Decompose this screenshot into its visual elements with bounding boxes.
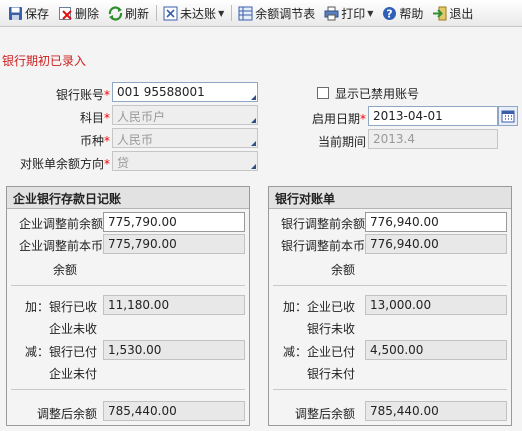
calendar-button[interactable]	[498, 106, 518, 126]
refresh-icon	[107, 5, 123, 21]
bank-account-label: 银行账号*	[55, 88, 110, 102]
show-disabled-checkbox[interactable]	[317, 87, 329, 99]
bank-statement-panel: 银行对账单 银行调整前余额 776,940.00 银行调整前本币 776,940…	[268, 186, 512, 426]
current-period-field: 2013.4	[368, 129, 498, 149]
help-label: 帮助	[399, 6, 424, 21]
panel-title: 银行对账单	[269, 187, 511, 209]
subject-label: 科目*	[79, 111, 110, 125]
before-local-label-line2: 余额	[330, 263, 355, 277]
page-title: 银行期初已录入	[2, 54, 87, 68]
less-label: 减：企业已付	[282, 345, 355, 359]
refresh-button[interactable]: 刷新	[104, 2, 152, 24]
before-local-label: 企业调整前本币	[18, 239, 103, 253]
toolbar-divider	[156, 5, 158, 21]
panel-divider	[273, 285, 507, 286]
less-sub-label: 企业未付	[48, 367, 97, 381]
adjust-table-button[interactable]: 余额调节表	[234, 2, 318, 24]
toolbar: 保存 删除 刷新 未达账 ▼ 余额调节表 打印 ▼ ? 帮助 退出	[0, 0, 522, 27]
currency-label: 币种*	[79, 134, 110, 148]
direction-label: 对账单余额方向*	[19, 157, 110, 171]
adjusted-label: 调整后余额	[294, 407, 355, 421]
currency-field[interactable]: 人民币	[112, 128, 258, 148]
less-label: 减：银行已付	[24, 345, 97, 359]
before-local-label-line2: 余额	[52, 263, 77, 277]
add-field: 11,180.00	[103, 295, 245, 315]
before-local-label: 银行调整前本币	[280, 239, 365, 253]
chevron-down-icon: ▼	[367, 8, 374, 18]
adjust-table-label: 余额调节表	[255, 6, 316, 21]
add-label: 加：企业已收	[282, 300, 355, 314]
delete-button[interactable]: 删除	[54, 2, 102, 24]
print-label: 打印	[341, 6, 366, 21]
exit-label: 退出	[449, 6, 474, 21]
start-date-field[interactable]: 2013-04-01	[368, 106, 498, 126]
print-button[interactable]: 打印 ▼	[320, 2, 376, 24]
delete-icon	[57, 5, 73, 21]
before-balance-label: 企业调整前余额	[18, 217, 103, 231]
svg-text:?: ?	[386, 7, 392, 20]
bank-account-field[interactable]: 001 95588001	[112, 82, 258, 102]
adjusted-label: 调整后余额	[36, 407, 97, 421]
before-local-field: 775,790.00	[103, 234, 245, 254]
add-label: 加：银行已收	[24, 300, 97, 314]
chevron-down-icon: ▼	[218, 8, 225, 18]
add-sub-label: 企业未收	[48, 322, 97, 336]
toolbar-divider	[231, 5, 233, 21]
delete-label: 删除	[75, 6, 100, 21]
unreconciled-button[interactable]: 未达账 ▼	[159, 2, 227, 24]
unreconciled-label: 未达账	[180, 6, 217, 21]
less-field: 4,500.00	[365, 340, 507, 360]
adjusted-field: 785,440.00	[103, 401, 245, 421]
subject-field[interactable]: 人民币户	[112, 105, 258, 125]
add-sub-label: 银行未收	[306, 322, 355, 336]
help-icon: ?	[381, 5, 397, 21]
unreconciled-icon	[162, 5, 178, 21]
less-sub-label: 银行未付	[306, 367, 355, 381]
before-balance-field[interactable]: 775,790.00	[103, 212, 245, 232]
panel-title: 企业银行存款日记账	[7, 187, 249, 209]
enterprise-journal-panel: 企业银行存款日记账 企业调整前余额 775,790.00 企业调整前本币 775…	[6, 186, 250, 426]
current-period-label: 当前期间	[317, 135, 366, 149]
show-disabled-label: 显示已禁用账号	[335, 87, 420, 101]
before-local-field: 776,940.00	[365, 234, 507, 254]
before-balance-field[interactable]: 776,940.00	[365, 212, 507, 232]
adjust-table-icon	[237, 5, 253, 21]
exit-button[interactable]: 退出	[428, 2, 476, 24]
panel-divider	[11, 285, 245, 286]
panel-divider	[11, 389, 245, 390]
calendar-icon	[501, 109, 515, 123]
refresh-label: 刷新	[125, 6, 150, 21]
exit-icon	[431, 5, 447, 21]
save-icon	[7, 5, 23, 21]
help-button[interactable]: ? 帮助	[378, 2, 426, 24]
adjusted-field: 785,440.00	[365, 401, 507, 421]
less-field: 1,530.00	[103, 340, 245, 360]
add-field: 13,000.00	[365, 295, 507, 315]
save-button[interactable]: 保存	[4, 2, 52, 24]
start-date-label: 启用日期*	[311, 112, 366, 126]
panel-divider	[273, 389, 507, 390]
before-balance-label: 银行调整前余额	[280, 217, 365, 231]
print-icon	[323, 5, 339, 21]
direction-field[interactable]: 贷	[112, 151, 258, 171]
save-label: 保存	[25, 6, 50, 21]
